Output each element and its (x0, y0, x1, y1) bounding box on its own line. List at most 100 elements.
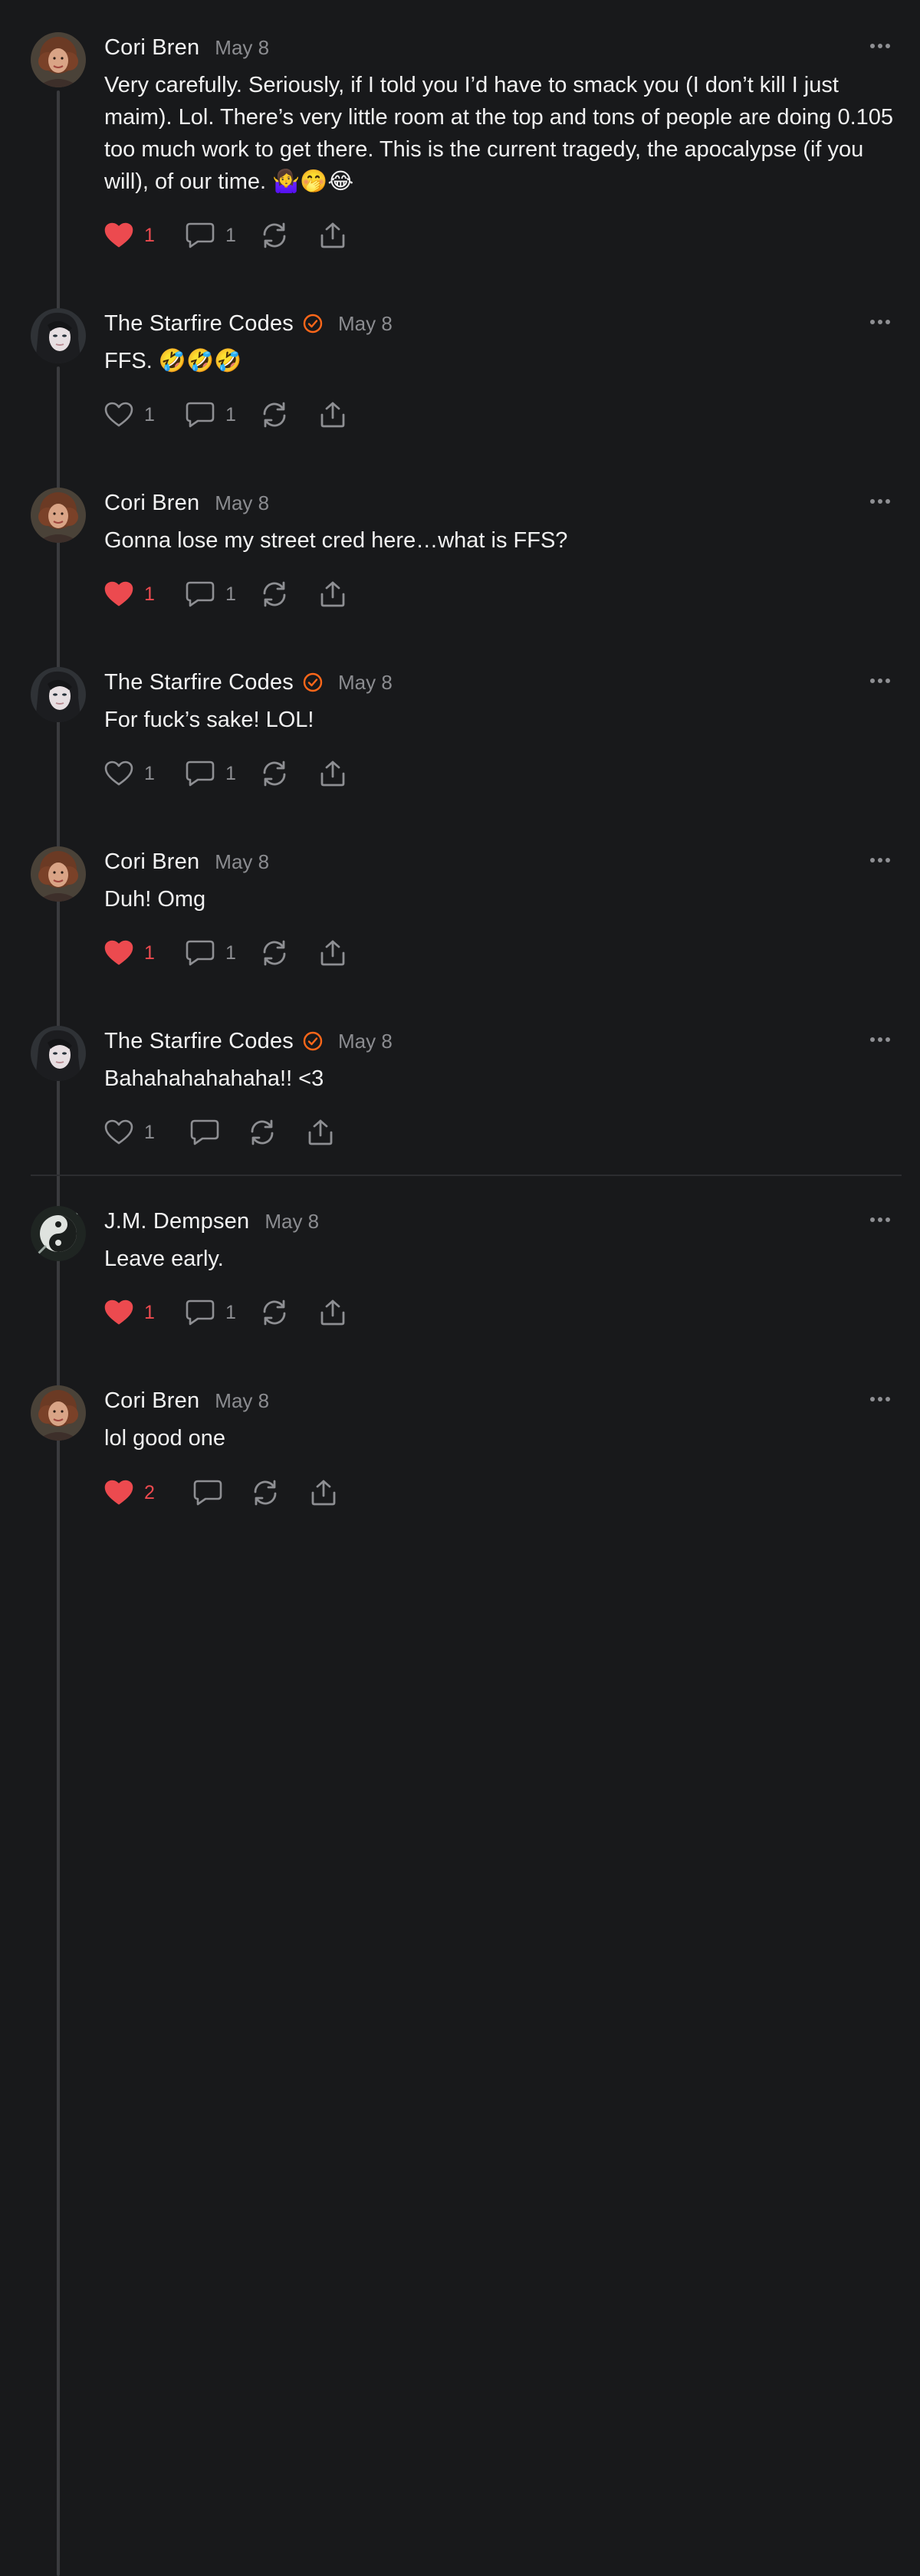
post-date[interactable]: May 8 (338, 312, 393, 336)
author-name[interactable]: Cori Bren (104, 35, 199, 61)
post-date[interactable]: May 8 (215, 850, 269, 874)
comment-bubble-icon (193, 1479, 222, 1506)
more-dots-icon (869, 1033, 891, 1046)
comment-text: lol good one (104, 1426, 226, 1451)
more-options-button[interactable] (865, 670, 895, 692)
avatar[interactable] (31, 308, 86, 363)
like-button[interactable]: 1 (104, 1297, 155, 1328)
more-dots-icon (869, 853, 891, 867)
share-button[interactable] (319, 758, 347, 789)
share-button[interactable] (307, 1117, 334, 1148)
more-options-button[interactable] (865, 849, 895, 871)
share-button[interactable] (319, 220, 347, 251)
restack-icon (261, 939, 288, 967)
share-icon (319, 760, 347, 787)
author-name[interactable]: Cori Bren (104, 491, 199, 516)
author-name[interactable]: The Starfire Codes (104, 311, 294, 337)
avatar[interactable] (31, 846, 86, 902)
more-options-button[interactable] (865, 35, 895, 57)
like-button[interactable]: 1 (104, 1117, 155, 1148)
post-date[interactable]: May 8 (338, 1030, 393, 1053)
avatar[interactable] (31, 1026, 86, 1081)
more-dots-icon (869, 315, 891, 329)
like-button[interactable]: 1 (104, 579, 155, 610)
reply-button[interactable]: 1 (186, 399, 236, 430)
restack-button[interactable] (261, 399, 288, 430)
reply-button[interactable]: 1 (186, 938, 236, 968)
post-date[interactable]: May 8 (215, 36, 269, 60)
share-button[interactable] (319, 399, 347, 430)
comment-header: Cori Bren May 8 (104, 848, 269, 876)
avatar[interactable] (31, 1206, 86, 1261)
share-button[interactable] (319, 579, 347, 610)
reply-button[interactable]: 1 (186, 758, 236, 789)
thread-line (57, 90, 60, 325)
restack-button[interactable] (261, 220, 288, 251)
restack-button[interactable] (261, 938, 288, 968)
share-icon (307, 1119, 334, 1146)
more-dots-icon (869, 495, 891, 508)
share-button[interactable] (319, 1297, 347, 1328)
author-name[interactable]: Cori Bren (104, 849, 199, 875)
restack-button[interactable] (251, 1477, 279, 1508)
comment-header: The Starfire Codes May 8 (104, 310, 393, 337)
avatar[interactable] (31, 667, 86, 722)
like-count: 1 (144, 941, 155, 964)
comment-header: The Starfire Codes May 8 (104, 669, 393, 696)
share-button[interactable] (310, 1477, 337, 1508)
restack-button[interactable] (248, 1117, 276, 1148)
reply-button[interactable]: 1 (186, 579, 236, 610)
author-name[interactable]: J.M. Dempsen (104, 1209, 249, 1234)
post-date[interactable]: May 8 (338, 671, 393, 695)
comment-bubble-icon (186, 939, 215, 967)
comment-header: Cori Bren May 8 (104, 489, 269, 517)
reply-count: 1 (225, 941, 236, 964)
more-options-button[interactable] (865, 491, 895, 512)
post-date[interactable]: May 8 (264, 1210, 319, 1234)
comment-text: Bahahahahahaha!! <3 (104, 1066, 324, 1091)
more-options-button[interactable] (865, 1388, 895, 1410)
restack-button[interactable] (261, 579, 288, 610)
restack-icon (261, 401, 288, 429)
like-count: 1 (144, 403, 155, 426)
heart-icon (104, 1300, 133, 1326)
restack-icon (261, 580, 288, 608)
avatar[interactable] (31, 488, 86, 543)
comment-bubble-icon (186, 222, 215, 249)
like-button[interactable]: 2 (104, 1477, 155, 1508)
share-icon (319, 401, 347, 429)
author-name[interactable]: The Starfire Codes (104, 1029, 294, 1054)
share-icon (319, 1299, 347, 1326)
author-name[interactable]: The Starfire Codes (104, 670, 294, 695)
reply-button[interactable] (193, 1477, 222, 1508)
more-options-button[interactable] (865, 1029, 895, 1050)
comment-bubble-icon (186, 760, 215, 787)
like-count: 1 (144, 583, 155, 605)
more-options-button[interactable] (865, 311, 895, 333)
like-button[interactable]: 1 (104, 758, 155, 789)
restack-button[interactable] (261, 758, 288, 789)
like-button[interactable]: 1 (104, 220, 155, 251)
reply-count: 1 (225, 1301, 236, 1323)
post-date[interactable]: May 8 (215, 1389, 269, 1413)
restack-button[interactable] (261, 1297, 288, 1328)
like-button[interactable]: 1 (104, 399, 155, 430)
avatar[interactable] (31, 1385, 86, 1441)
reply-button[interactable] (190, 1117, 219, 1148)
share-button[interactable] (319, 938, 347, 968)
reply-button[interactable]: 1 (186, 1297, 236, 1328)
heart-icon (104, 581, 133, 607)
post-date[interactable]: May 8 (215, 491, 269, 515)
reply-button[interactable]: 1 (186, 220, 236, 251)
comment-text: Duh! Omg (104, 887, 206, 912)
restack-icon (261, 760, 288, 787)
like-button[interactable]: 1 (104, 938, 155, 968)
more-dots-icon (869, 1392, 891, 1406)
comment-bubble-icon (186, 580, 215, 608)
like-count: 1 (144, 762, 155, 784)
more-options-button[interactable] (865, 1209, 895, 1230)
avatar[interactable] (31, 32, 86, 87)
verified-check-icon (303, 314, 323, 334)
author-name[interactable]: Cori Bren (104, 1388, 199, 1414)
like-count: 1 (144, 1121, 155, 1143)
